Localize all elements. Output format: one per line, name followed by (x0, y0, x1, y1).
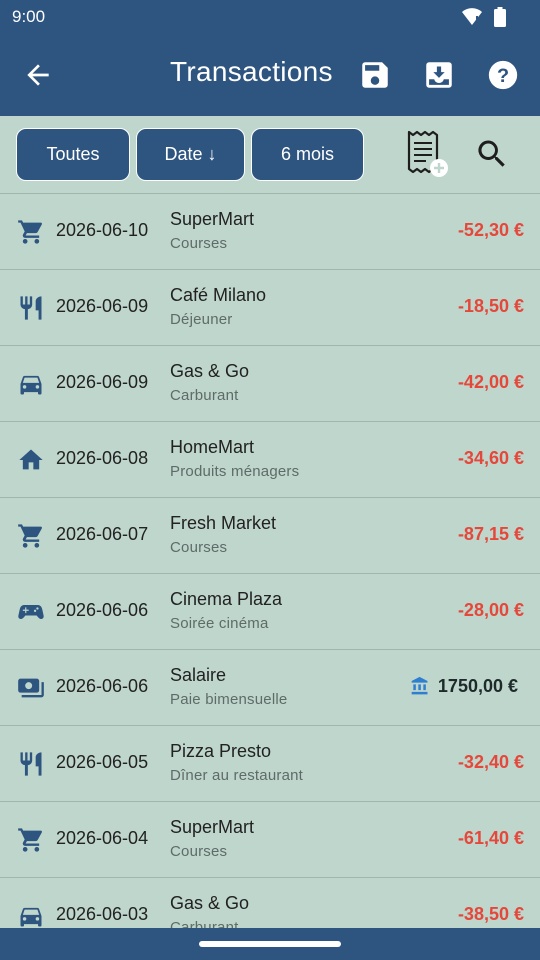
transaction-payee: Pizza Presto (170, 741, 272, 761)
transaction-payee: Gas & Go (170, 893, 250, 913)
transaction-payee: Café Milano (170, 285, 267, 305)
add-receipt-icon[interactable] (404, 130, 450, 180)
help-icon[interactable]: ? (486, 58, 520, 92)
transaction-date: 2026-06-03 (56, 904, 149, 924)
system-nav-bar (0, 928, 540, 960)
svg-text:?: ? (497, 65, 509, 87)
cash-icon (18, 678, 44, 698)
status-icons (462, 7, 506, 27)
cart-icon (18, 524, 43, 548)
transaction-category: Produits ménagers (170, 463, 300, 480)
transaction-category: Courses (170, 539, 228, 556)
transaction-payee: HomeMart (170, 437, 255, 457)
cart-icon (18, 828, 43, 852)
transaction-date: 2026-06-05 (56, 752, 149, 772)
transaction-row[interactable]: 2026-06-05 Pizza Presto Dîner au restaur… (0, 726, 540, 802)
transaction-payee: Cinema Plaza (170, 589, 283, 609)
transaction-payee: SuperMart (170, 209, 255, 229)
status-time: 9:00 (12, 7, 46, 26)
transaction-date: 2026-06-09 (56, 372, 149, 392)
car-icon (20, 375, 42, 395)
car-icon (20, 907, 42, 927)
transaction-category: Paie bimensuelle (170, 691, 288, 708)
period-filter-button[interactable]: 6 mois (251, 128, 364, 181)
transaction-amount: 1750,00 € (437, 676, 518, 696)
bank-icon (411, 676, 428, 695)
transaction-category: Carburant (170, 387, 239, 404)
transaction-amount: -42,00 € (457, 372, 524, 392)
cart-icon (18, 220, 43, 244)
fork-knife-icon (20, 296, 42, 320)
transaction-payee: SuperMart (170, 817, 255, 837)
transaction-date: 2026-06-09 (56, 296, 149, 316)
transaction-row[interactable]: 2026-06-03 Gas & Go Carburant -38,50 € (0, 878, 540, 928)
transaction-row[interactable]: 2026-06-06 Salaire Paie bimensuelle 1750… (0, 650, 540, 726)
transaction-row[interactable]: 2026-06-04 SuperMart Courses -61,40 € (0, 802, 540, 878)
transaction-date: 2026-06-07 (56, 524, 149, 544)
transaction-payee: Fresh Market (170, 513, 277, 533)
transaction-row[interactable]: 2026-06-09 Gas & Go Carburant -42,00 € (0, 346, 540, 422)
transaction-amount: -52,30 € (457, 220, 524, 240)
battery-icon (494, 7, 506, 27)
transaction-amount: -32,40 € (457, 752, 524, 772)
transaction-row[interactable]: 2026-06-08 HomeMart Produits ménagers -3… (0, 422, 540, 498)
transaction-category: Courses (170, 843, 228, 860)
transaction-category: Soirée cinéma (170, 615, 269, 632)
transaction-category: Carburant (170, 919, 239, 928)
app-bar: Transactions ? (0, 34, 540, 116)
transaction-amount: -34,60 € (457, 448, 524, 468)
transaction-amount: -28,00 € (457, 600, 524, 620)
save-icon[interactable] (358, 58, 392, 92)
transaction-date: 2026-06-06 (56, 600, 149, 620)
filter-toolbar: Toutes Date ↓ 6 mois (0, 116, 540, 194)
home-icon (19, 449, 43, 470)
search-icon[interactable] (474, 136, 510, 172)
sort-button[interactable]: Date ↓ (136, 128, 245, 181)
transaction-row[interactable]: 2026-06-07 Fresh Market Courses -87,15 € (0, 498, 540, 574)
transaction-date: 2026-06-08 (56, 448, 149, 468)
wifi-icon (462, 8, 482, 25)
transaction-date: 2026-06-06 (56, 676, 149, 696)
transaction-list: 2026-06-10 SuperMart Courses -52,30 € 20… (0, 194, 540, 928)
transaction-amount: -87,15 € (457, 524, 524, 544)
transaction-amount: -38,50 € (457, 904, 524, 924)
transaction-category: Déjeuner (170, 311, 233, 328)
transaction-category: Courses (170, 235, 228, 252)
transaction-row[interactable]: 2026-06-10 SuperMart Courses -52,30 € (0, 194, 540, 270)
transaction-date: 2026-06-04 (56, 828, 149, 848)
transaction-category: Dîner au restaurant (170, 767, 304, 784)
transaction-amount: -61,40 € (457, 828, 524, 848)
download-icon[interactable] (422, 58, 456, 92)
status-bar: 9:00 (0, 0, 540, 34)
home-gesture-handle[interactable] (199, 941, 341, 947)
fork-knife-icon (20, 752, 42, 776)
back-arrow-icon[interactable] (22, 59, 54, 91)
transaction-payee: Gas & Go (170, 361, 250, 381)
transaction-amount: -18,50 € (457, 296, 524, 316)
type-filter-button[interactable]: Toutes (16, 128, 130, 181)
transaction-payee: Salaire (170, 665, 227, 685)
transaction-row[interactable]: 2026-06-09 Café Milano Déjeuner -18,50 € (0, 270, 540, 346)
gamepad-icon (18, 605, 44, 619)
transaction-row[interactable]: 2026-06-06 Cinema Plaza Soirée cinéma -2… (0, 574, 540, 650)
page-title: Transactions (170, 56, 333, 87)
transaction-date: 2026-06-10 (56, 220, 149, 240)
